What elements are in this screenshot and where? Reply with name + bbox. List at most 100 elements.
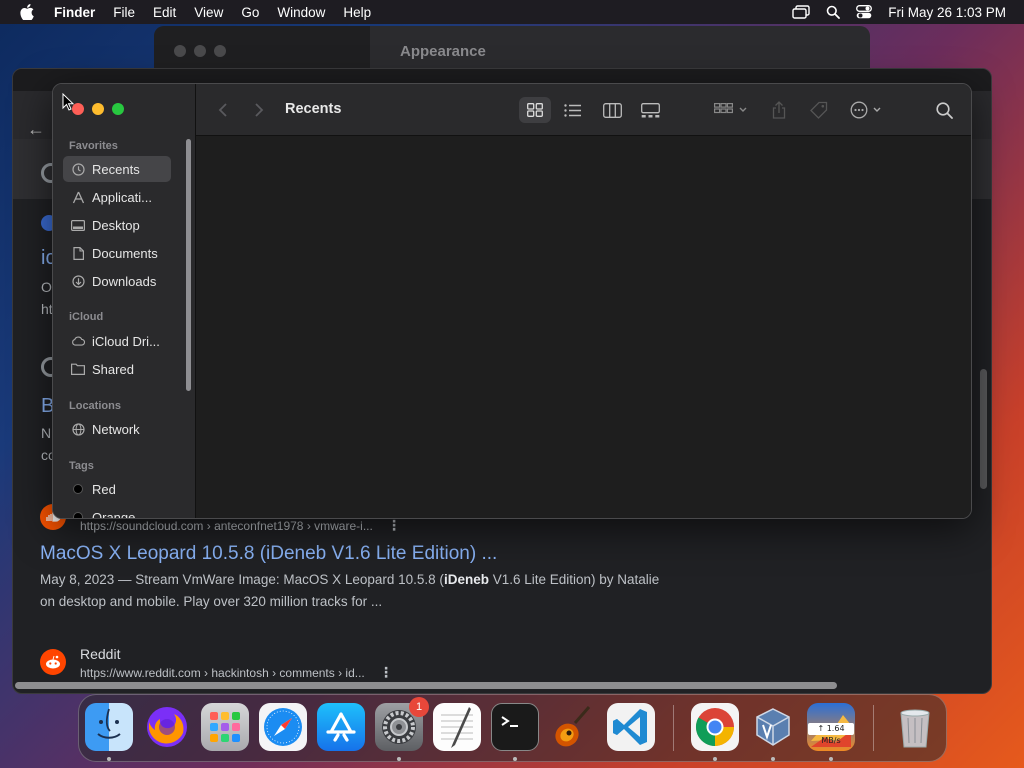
shared-folder-icon xyxy=(71,362,85,376)
running-indicator xyxy=(829,757,833,761)
virtualbox-icon xyxy=(756,708,790,746)
more-options-icon[interactable]: ⋮ xyxy=(387,517,401,534)
dock-app-app-store[interactable] xyxy=(317,703,365,751)
group-icon[interactable] xyxy=(714,99,748,121)
minimize-button[interactable] xyxy=(194,45,206,57)
dock-app-chrome[interactable] xyxy=(691,703,739,751)
dock-app-firefox[interactable] xyxy=(143,703,191,751)
list-view-icon[interactable] xyxy=(564,99,581,121)
launchpad-icon xyxy=(210,712,240,742)
sidebar-item-icloud-drive[interactable]: iCloud Dri... xyxy=(63,328,171,354)
control-center-icon[interactable] xyxy=(856,5,873,19)
dock-app-network-monitor[interactable]: ↑ 1.64 MB/s xyxy=(807,703,855,751)
sidebar-section-tags: Tags xyxy=(69,460,94,472)
dock-app-system-settings[interactable]: 1 xyxy=(375,697,429,751)
search-icon[interactable] xyxy=(936,99,953,121)
zoom-button[interactable] xyxy=(214,45,226,57)
menu-finder[interactable]: Finder xyxy=(54,5,95,20)
sidebar-item-downloads[interactable]: Downloads xyxy=(63,268,171,294)
menubar-clock[interactable]: Fri May 26 1:03 PM xyxy=(888,5,1006,20)
dock-app-vscode[interactable] xyxy=(607,703,655,751)
desktop-icon xyxy=(71,218,85,232)
clock-icon xyxy=(71,162,85,176)
globe-icon xyxy=(71,422,85,436)
result-site-name[interactable]: Reddit xyxy=(80,646,120,662)
applications-icon xyxy=(71,190,85,204)
dock-app-trash[interactable] xyxy=(891,703,939,751)
sidebar-section-locations: Locations xyxy=(69,400,121,412)
sidebar-section-icloud: iCloud xyxy=(69,311,104,323)
share-icon[interactable] xyxy=(772,99,786,121)
dock-app-launchpad[interactable] xyxy=(201,703,249,751)
browser-back-icon[interactable]: ← xyxy=(27,119,45,140)
firefox-icon xyxy=(147,707,187,747)
dock-app-terminal[interactable] xyxy=(491,703,539,751)
spotlight-search-icon[interactable] xyxy=(826,5,841,19)
horizontal-scrollbar[interactable] xyxy=(15,682,837,689)
sidebar-item-desktop[interactable]: Desktop xyxy=(63,212,171,238)
dock-separator xyxy=(673,705,674,751)
screen-mirroring-icon[interactable] xyxy=(792,5,810,19)
cloud-icon xyxy=(71,334,85,348)
gallery-view-icon[interactable] xyxy=(641,99,660,121)
more-icon[interactable] xyxy=(850,99,886,121)
tag-icon[interactable] xyxy=(810,99,828,121)
running-indicator xyxy=(513,757,517,761)
network-speed-readout: ↑ 1.64 MB/s xyxy=(808,723,854,745)
partial-text: O xyxy=(41,279,52,295)
sidebar-item-applications[interactable]: Applicati... xyxy=(63,184,171,210)
document-icon xyxy=(71,246,85,260)
partial-text: N xyxy=(41,425,52,441)
menu-view[interactable]: View xyxy=(194,5,223,20)
menu-bar: Finder File Edit View Go Window Help Fri… xyxy=(0,0,1024,24)
finder-icon xyxy=(97,708,121,739)
menu-help[interactable]: Help xyxy=(343,5,371,20)
dock-separator xyxy=(873,705,874,751)
sidebar-scrollbar[interactable] xyxy=(186,139,191,391)
back-icon[interactable] xyxy=(218,99,228,121)
trash-icon xyxy=(900,709,930,748)
dock-app-garageband[interactable] xyxy=(549,703,597,751)
sidebar-item-documents[interactable]: Documents xyxy=(63,240,171,266)
menu-file[interactable]: File xyxy=(113,5,135,20)
icon-view-icon[interactable] xyxy=(527,99,543,121)
sidebar-item-tag-red[interactable]: Red xyxy=(63,476,171,502)
forward-icon[interactable] xyxy=(254,99,264,121)
finder-content-area[interactable] xyxy=(196,136,971,518)
sidebar-item-recents[interactable]: Recents xyxy=(63,156,171,182)
result-title[interactable]: MacOS X Leopard 10.5.8 (iDeneb V1.6 Lite… xyxy=(40,543,497,565)
dock-app-textedit[interactable] xyxy=(433,703,481,751)
more-options-icon[interactable]: ⋮ xyxy=(379,664,393,681)
close-button[interactable] xyxy=(174,45,186,57)
tag-color-dot xyxy=(71,482,85,496)
window-title: Recents xyxy=(285,101,342,117)
result-url[interactable]: https://www.reddit.com › hackintosh › co… xyxy=(80,666,365,680)
dock-app-virtualbox[interactable] xyxy=(749,703,797,751)
dock-app-finder[interactable] xyxy=(85,703,133,751)
app-store-icon xyxy=(326,712,356,742)
vertical-scrollbar[interactable] xyxy=(980,369,987,489)
sidebar-item-tag-orange[interactable]: Orange xyxy=(63,504,171,518)
menu-go[interactable]: Go xyxy=(241,5,259,20)
settings-title: Appearance xyxy=(400,43,486,60)
sidebar-item-shared[interactable]: Shared xyxy=(63,356,171,382)
menu-edit[interactable]: Edit xyxy=(153,5,176,20)
sidebar-item-network[interactable]: Network xyxy=(63,416,171,442)
result-url[interactable]: https://soundcloud.com › anteconfnet1978… xyxy=(80,519,373,533)
notification-badge: 1 xyxy=(409,697,429,717)
finder-window: Favorites Recents Applicati... Desktop D… xyxy=(52,83,972,519)
finder-sidebar: Favorites Recents Applicati... Desktop D… xyxy=(53,84,196,518)
menu-window[interactable]: Window xyxy=(277,5,325,20)
column-view-icon[interactable] xyxy=(603,99,622,121)
running-indicator xyxy=(397,757,401,761)
dock: 1 ↑ 1.64 MB/s xyxy=(78,694,947,762)
minimize-button[interactable] xyxy=(92,103,104,115)
sidebar-section-favorites: Favorites xyxy=(69,140,118,152)
running-indicator xyxy=(771,757,775,761)
running-indicator xyxy=(713,757,717,761)
dock-app-safari[interactable] xyxy=(259,703,307,751)
zoom-button[interactable] xyxy=(112,103,124,115)
apple-logo-icon[interactable] xyxy=(20,4,34,20)
textedit-icon xyxy=(441,707,473,748)
safari-icon xyxy=(264,708,302,746)
